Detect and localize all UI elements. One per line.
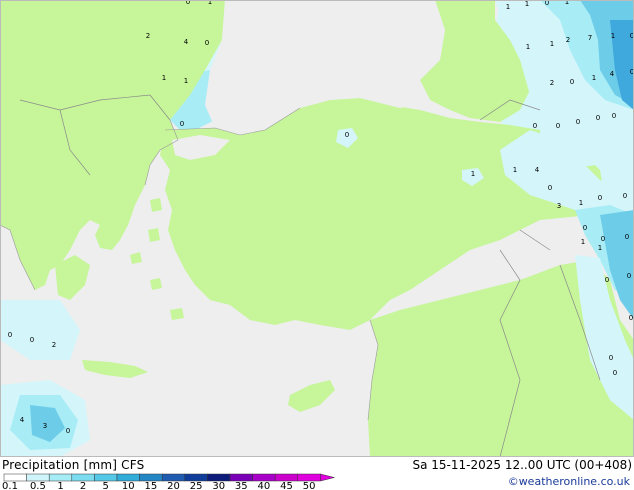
credit-link[interactable]: ©weatheronline.co.uk: [508, 475, 630, 488]
map-footer: 0.1 0.5 1 2 5 10 15 20 25 30 35 40 45 50 Precipitatio…: [0, 457, 634, 490]
precip-value-label: 1: [162, 74, 166, 82]
precip-value-label: 0: [205, 39, 209, 47]
legend-overflow-arrow: [320, 473, 335, 482]
legend-tick-label: 45: [280, 481, 293, 490]
legend-tick-label: 35: [235, 481, 248, 490]
legend-swatch: [184, 473, 208, 482]
precip-value-label: 0: [613, 369, 617, 377]
legend-tick-label: 50: [303, 481, 316, 490]
precip-value-label: 0: [596, 114, 600, 122]
legend-swatch: [71, 473, 95, 482]
legend-tick-label: 5: [103, 481, 109, 490]
precip-value-label: 1: [184, 77, 188, 85]
legend-tick-label: 20: [167, 481, 180, 490]
legend-tick-label: 15: [145, 481, 158, 490]
precip-value-label: 0: [180, 120, 184, 128]
precip-value-label: 4: [535, 166, 540, 174]
legend-tick-label: 10: [122, 481, 135, 490]
precip-value-label: 2: [52, 341, 56, 349]
precip-value-label: 3: [557, 202, 561, 210]
legend-swatch: [26, 473, 50, 482]
legend-color-bar: [3, 473, 335, 482]
precip-value-label: 1: [611, 32, 615, 40]
legend-tick-label: 0.1: [2, 481, 18, 490]
precip-value-label: 0: [612, 112, 616, 120]
legend-tick-label: 30: [212, 481, 225, 490]
precip-value-label: 4: [20, 416, 25, 424]
legend-tick-label: 1: [57, 481, 63, 490]
legend-swatch: [207, 473, 231, 482]
precip-value-label: 0: [629, 314, 633, 322]
precip-value-label: 1: [550, 40, 554, 48]
precip-value-label: 0: [8, 331, 12, 339]
precip-value-label: 1: [526, 43, 530, 51]
precip-value-label: 0: [583, 224, 587, 232]
legend-swatch: [161, 473, 186, 482]
precip-value-label: 0: [545, 0, 549, 7]
precip-value-label: 3: [43, 422, 47, 430]
precip-value-label: 0: [30, 336, 34, 344]
precip-value-label: 0: [627, 272, 631, 280]
precip-value-label: 0: [533, 122, 537, 130]
precip-value-label: 7: [588, 34, 592, 42]
precip-value-label: 1: [506, 3, 510, 11]
precip-value-label: 1: [513, 166, 517, 174]
precip-value-label: 1: [525, 0, 529, 8]
legend-swatch: [116, 473, 140, 482]
precip-value-label: 1: [598, 244, 602, 252]
precip-value-label: 0: [66, 427, 70, 435]
precip-value-label: 4: [610, 70, 615, 78]
precip-value-label: 1: [592, 74, 596, 82]
precipitation-map: 0 11 1 0 124 0 1 1 2 7 1 01 1 2 0 1 4 00 0 0 0 0 001 1 43 10 01 0 00…: [0, 0, 634, 457]
legend-swatch: [139, 473, 163, 482]
precip-value-label: 0: [598, 194, 602, 202]
legend-tick-label: 2: [80, 481, 86, 490]
legend-labels: 0.1 0.5 1 2 5 10 15 20 25 30 35 40 45 50: [2, 481, 315, 490]
precip-value-label: 0: [623, 192, 627, 200]
precip-value-label: 1: [579, 199, 583, 207]
precip-value-label: 0: [601, 235, 605, 243]
legend-swatch: [48, 473, 73, 482]
legend-tick-label: 0.5: [30, 481, 46, 490]
legend-swatch: [229, 473, 253, 482]
precip-value-label: 2: [550, 79, 554, 87]
precip-value-label: 0: [556, 122, 560, 130]
precip-value-label: 0: [345, 131, 349, 139]
legend-swatch: [252, 473, 276, 482]
precip-value-label: 0: [605, 276, 609, 284]
legend-swatch: [94, 473, 118, 482]
precip-value-label: 0: [548, 184, 552, 192]
precip-value-label: 1: [471, 170, 475, 178]
legend-swatch: [297, 473, 321, 482]
legend-tick-label: 40: [258, 481, 271, 490]
precip-value-label: 2: [566, 36, 570, 44]
precip-value-label: 0: [576, 118, 580, 126]
precip-value-label: 0: [570, 78, 574, 86]
precip-value-label: 1: [581, 238, 585, 246]
legend-swatch: [3, 473, 27, 482]
precip-value-label: 4: [184, 38, 189, 46]
precip-value-label: 0: [625, 233, 629, 241]
precip-value-label: 2: [146, 32, 150, 40]
precip-value-label: 0: [609, 354, 613, 362]
legend-swatch: [274, 473, 299, 482]
valid-datetime: Sa 15-11-2025 12..00 UTC (00+408): [412, 458, 632, 472]
legend-tick-label: 25: [190, 481, 203, 490]
product-title: Precipitation [mm] CFS: [2, 458, 145, 472]
